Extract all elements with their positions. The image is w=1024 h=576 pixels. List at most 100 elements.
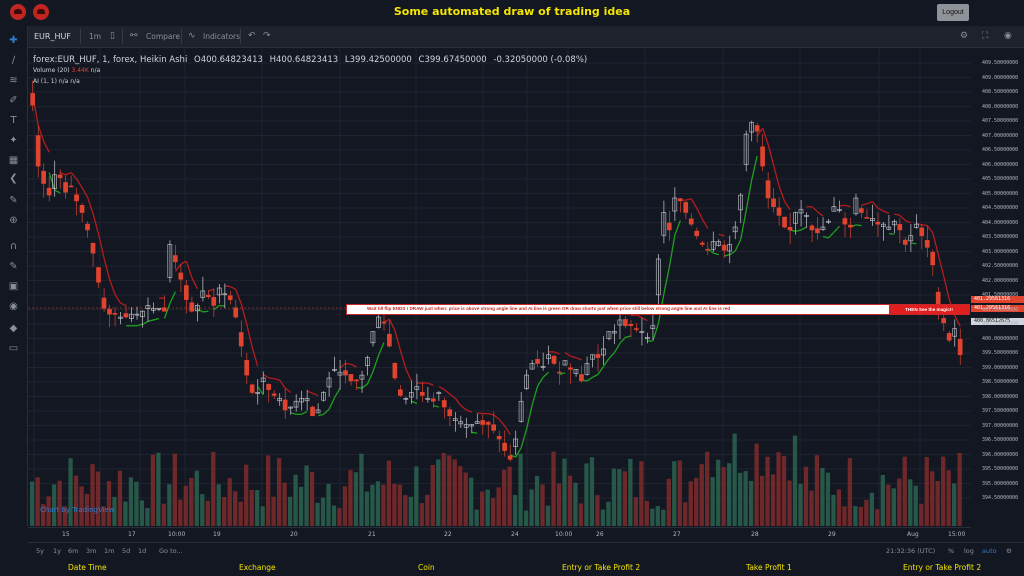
percent-toggle[interactable]: %: [948, 547, 954, 555]
auto-toggle[interactable]: auto: [982, 547, 997, 555]
zoom-icon[interactable]: ⊕: [7, 214, 20, 227]
crosshair-icon[interactable]: ✚: [7, 34, 20, 47]
ai-line-segment: [147, 319, 154, 323]
candle-body: [35, 135, 41, 167]
footer-item: Take Profit 1: [746, 563, 792, 572]
range-1d[interactable]: 1d: [138, 547, 146, 555]
ai-line-segment: [866, 201, 873, 205]
chart-style-icon[interactable]: ▯: [110, 31, 115, 41]
time-axis[interactable]: 15 17 10:00 19 20 21 22 24 10:00 26 27 28 29 Aug 15:00: [28, 527, 971, 542]
range-5d[interactable]: 5d: [122, 547, 130, 555]
candle-body: [623, 319, 628, 327]
price-chart[interactable]: [28, 48, 971, 526]
camera-icon[interactable]: ◉: [1004, 31, 1012, 41]
ai-line-segment: [405, 369, 413, 382]
volume-bar: [134, 481, 139, 526]
trendline-icon[interactable]: ∕: [7, 54, 20, 67]
interval-selector[interactable]: 1m: [89, 32, 101, 41]
redo-icon[interactable]: ↷: [263, 31, 271, 41]
ai-line-segment: [191, 277, 198, 290]
volume-bar: [699, 464, 704, 526]
fullscreen-icon[interactable]: ⛶: [982, 31, 988, 41]
range-6m[interactable]: 6m: [68, 547, 78, 555]
pattern-icon[interactable]: ✦: [7, 134, 20, 147]
ruler-icon[interactable]: ✎: [7, 194, 20, 207]
candle-body: [387, 333, 392, 347]
candle-body: [348, 374, 354, 382]
ai-line-segment: [306, 390, 313, 394]
tradingview-watermark[interactable]: Chart by TradingView: [40, 506, 115, 514]
compare-icon[interactable]: ⚯: [130, 31, 138, 41]
eye-icon[interactable]: ◉: [7, 300, 20, 313]
ai-line-segment: [153, 317, 160, 321]
settings-icon[interactable]: ⚙: [1006, 547, 1012, 555]
legend-title[interactable]: forex:EUR_HUF, 1, forex, Heikin Ashi: [33, 55, 187, 65]
ai-line-segment: [174, 263, 182, 272]
volume-bar: [705, 451, 710, 526]
volume-bar: [529, 489, 534, 526]
volume-bar: [331, 505, 337, 526]
price-axis-label: 409.50000000: [982, 60, 1019, 66]
candle-body: [699, 242, 705, 245]
text-icon[interactable]: T: [7, 114, 20, 127]
trash-icon[interactable]: ▭: [7, 342, 20, 355]
volume-bar: [123, 501, 128, 526]
ai-line-segment: [251, 347, 259, 367]
goto-button[interactable]: Go to...: [159, 547, 183, 555]
compare-button[interactable]: Compare: [146, 32, 180, 41]
volume-bar: [941, 456, 946, 526]
ai-line-segment: [317, 413, 324, 417]
volume-bar: [298, 486, 304, 526]
undo-icon[interactable]: ↶: [248, 31, 256, 41]
volume-bar: [238, 501, 243, 526]
indicators-icon[interactable]: ∿: [188, 31, 196, 41]
trading-idea-callout: Wait till flip ENDS ! DRAW just when: pr…: [346, 304, 970, 315]
candle-body: [419, 392, 425, 396]
lock-draw-icon[interactable]: ✎: [7, 260, 20, 273]
indicators-button[interactable]: Indicators: [203, 32, 240, 41]
legend-open: O400.64823413: [194, 55, 263, 65]
ai-label[interactable]: AI (1, 1): [33, 78, 57, 85]
legend-close: C399.67450000: [418, 55, 487, 65]
range-3m[interactable]: 3m: [86, 547, 96, 555]
volume-label[interactable]: Volume (20): [33, 67, 70, 74]
lock-icon[interactable]: ▣: [7, 280, 20, 293]
range-1m[interactable]: 1m: [104, 547, 114, 555]
ai-line-segment: [235, 289, 242, 305]
volume-bar: [556, 483, 562, 526]
ai-line-segment: [48, 172, 56, 191]
ai-line-segment: [208, 288, 215, 292]
back-arrow-icon[interactable]: ❮: [7, 172, 20, 185]
ai-line-segment: [443, 389, 451, 395]
symbol-search[interactable]: EUR_HUF: [34, 32, 71, 41]
candle-body: [96, 267, 101, 283]
ai-line-segment: [377, 342, 385, 356]
log-toggle[interactable]: log: [964, 547, 974, 555]
ai-line-segment: [427, 382, 434, 386]
price-axis-label: 399.00000000: [982, 364, 1019, 371]
layers-icon[interactable]: ◆: [7, 322, 20, 335]
ai-line-segment: [108, 279, 116, 295]
ai-line-segment: [740, 210, 747, 240]
magnet-icon[interactable]: ∩: [7, 240, 20, 253]
range-5y[interactable]: 5y: [36, 547, 44, 555]
range-1y[interactable]: 1y: [53, 547, 61, 555]
price-axis-label: 407.50000000: [982, 118, 1019, 124]
candle-body: [233, 307, 239, 318]
volume-bar: [249, 489, 254, 526]
volume-bar: [227, 478, 232, 526]
fib-icon[interactable]: ≋: [7, 74, 20, 87]
ai-line-segment: [301, 410, 308, 415]
candle-body: [480, 420, 486, 425]
volume-bar: [644, 500, 649, 526]
volume-bar: [414, 466, 419, 526]
time-axis-label: 29: [828, 531, 836, 538]
price-axis-label: 394.50000000: [982, 495, 1019, 501]
logout-button[interactable]: Logout: [937, 4, 969, 21]
prediction-icon[interactable]: ▦: [7, 154, 20, 167]
volume-bar: [430, 465, 435, 526]
volume-bar: [732, 433, 737, 526]
candle-body: [782, 216, 787, 228]
settings-icon[interactable]: ⚙: [960, 31, 968, 41]
brush-icon[interactable]: ✐: [7, 94, 20, 107]
